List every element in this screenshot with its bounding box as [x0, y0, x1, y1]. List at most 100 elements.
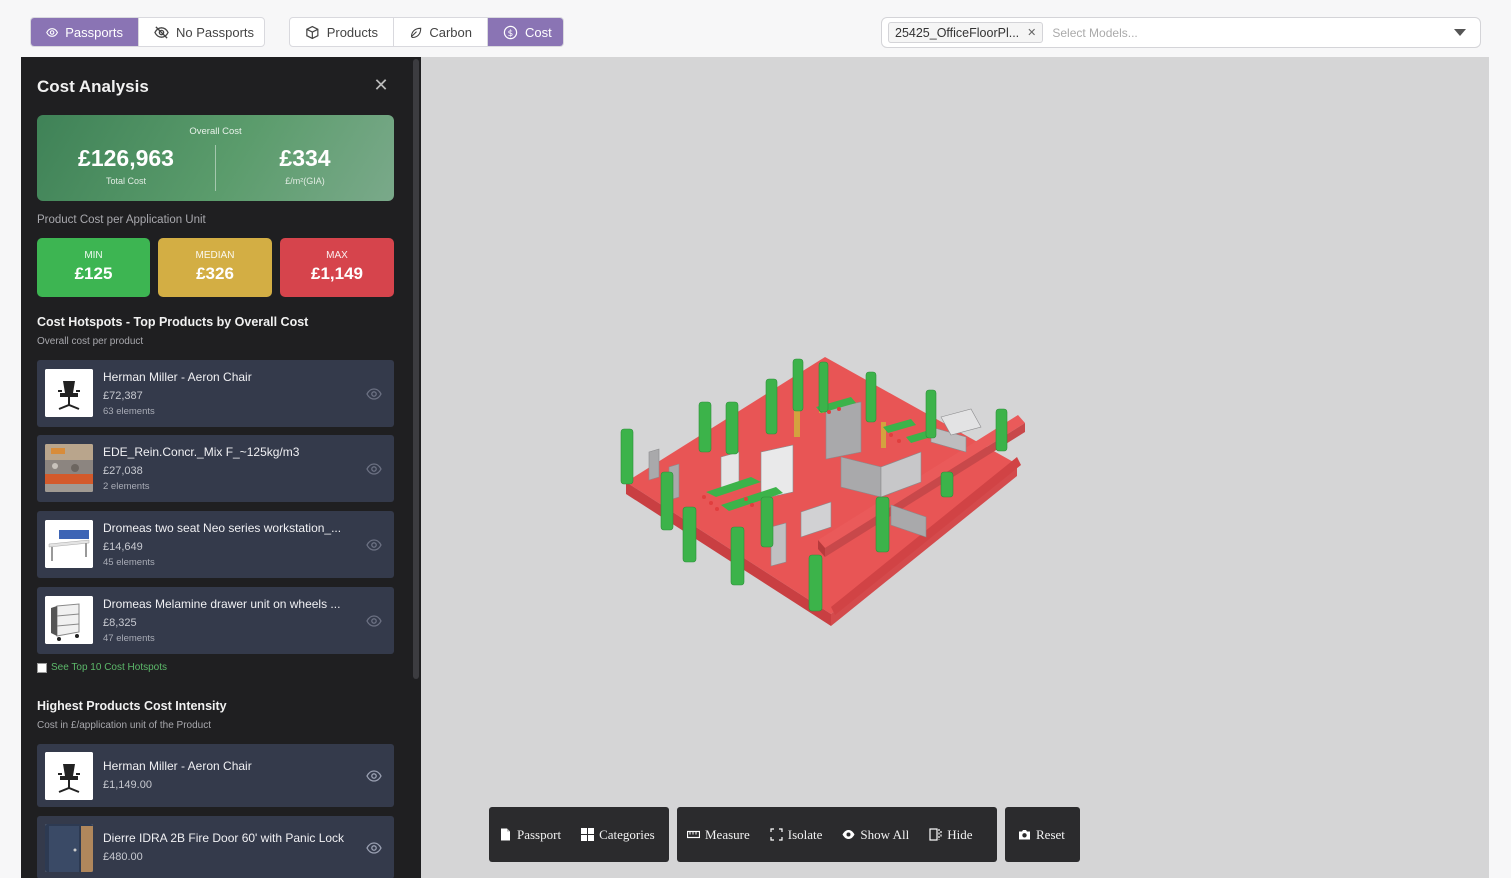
remove-model-icon[interactable]: ✕	[1027, 26, 1036, 39]
model-select-placeholder: Select Models...	[1052, 25, 1138, 40]
grid-icon	[581, 828, 595, 841]
passport-tool-button[interactable]: Passport	[489, 827, 571, 843]
panel-scrollbar[interactable]	[413, 59, 419, 679]
ruler-icon	[687, 830, 700, 839]
max-value: £1,149	[311, 264, 363, 283]
cost-analysis-panel: Cost Analysis ✕ Overall Cost £126,963 To…	[21, 57, 421, 878]
total-cost-label: Total Cost	[105, 176, 147, 186]
min-value: £125	[74, 264, 113, 283]
focus-icon	[770, 828, 783, 841]
selected-model-chip: 25425_OfficeFloorPl... ✕	[888, 22, 1044, 43]
selected-model-label: 25425_OfficeFloorPl...	[895, 25, 1020, 40]
max-stat: MAX £1,149	[280, 238, 394, 297]
element-count: 2 elements	[103, 481, 150, 492]
product-name: Herman Miller - Aeron Chair	[103, 370, 252, 384]
product-thumbnail	[45, 752, 93, 800]
intensity-subtitle: Cost in £/application unit of the Produc…	[37, 720, 211, 731]
eye-icon[interactable]	[366, 613, 382, 629]
hotspot-card[interactable]: Dromeas two seat Neo series workstation_…	[37, 511, 394, 578]
categories-tool-label: Categories	[599, 826, 655, 842]
hotspot-card[interactable]: EDE_Rein.Concr._Mix F_~125kg/m3 £27,038 …	[37, 435, 394, 502]
gia-cost-block: £334 £/m²(GIA)	[216, 145, 394, 186]
passports-button[interactable]: Passports	[31, 18, 139, 46]
min-stat: MIN £125	[37, 238, 150, 297]
eye-icon[interactable]	[366, 840, 382, 856]
unit-cost-subtitle: Product Cost per Application Unit	[37, 214, 206, 226]
tab-cost[interactable]: $ Cost	[488, 18, 563, 46]
viewer-toolbar-group-1: Passport Categories	[489, 807, 669, 862]
product-thumbnail	[45, 369, 93, 417]
total-cost-value: £126,963	[78, 145, 174, 171]
reset-tool-button[interactable]: Reset	[1005, 827, 1075, 843]
eye-icon[interactable]	[366, 768, 382, 784]
leaf-icon	[410, 27, 422, 38]
median-stat: MEDIAN £326	[158, 238, 272, 297]
product-cost: £27,038	[103, 465, 143, 477]
hotspots-subtitle: Overall cost per product	[37, 336, 144, 347]
eye-icon[interactable]	[366, 386, 382, 402]
product-name: EDE_Rein.Concr._Mix F_~125kg/m3	[103, 445, 300, 459]
mode-toggle: Products Carbon $ Cost	[289, 17, 564, 47]
hotspot-card[interactable]: Dromeas Melamine drawer unit on wheels .…	[37, 587, 394, 654]
eye-icon	[842, 830, 855, 839]
max-label: MAX	[326, 250, 348, 261]
product-name: Dromeas Melamine drawer unit on wheels .…	[103, 597, 341, 611]
see-top-10-toggle[interactable]: See Top 10 Cost Hotspots	[37, 662, 167, 673]
eye-off-icon	[154, 25, 169, 39]
element-count: 47 elements	[103, 633, 155, 644]
product-thumbnail	[45, 824, 93, 872]
panel-title: Cost Analysis	[37, 77, 149, 96]
office-floor-model[interactable]	[421, 57, 1489, 878]
tab-carbon[interactable]: Carbon	[394, 18, 488, 46]
hide-tool-button[interactable]: Hide	[919, 827, 982, 843]
median-label: MEDIAN	[195, 250, 235, 261]
passports-label: Passports	[65, 24, 123, 40]
file-icon	[501, 828, 510, 841]
show-all-tool-label: Show All	[860, 826, 910, 842]
eye-icon[interactable]	[366, 461, 382, 477]
eye-icon[interactable]	[366, 537, 382, 553]
product-name: Dromeas two seat Neo series workstation_…	[103, 521, 342, 535]
total-cost-block: £126,963 Total Cost	[37, 145, 215, 186]
product-cost: £14,649	[103, 541, 143, 553]
gia-cost-label: £/m²(GIA)	[285, 176, 325, 186]
product-cost: £480.00	[103, 851, 143, 863]
hide-icon	[929, 828, 942, 841]
chevron-down-icon[interactable]	[1454, 29, 1466, 36]
see-top-10-label: See Top 10 Cost Hotspots	[51, 662, 167, 673]
show-all-tool-button[interactable]: Show All	[832, 827, 919, 843]
box-icon	[306, 25, 319, 39]
eye-icon	[46, 27, 59, 37]
no-passports-button[interactable]: No Passports	[139, 18, 264, 46]
product-name: Dierre IDRA 2B Fire Door 60' with Panic …	[103, 831, 345, 845]
tab-products[interactable]: Products	[290, 18, 394, 46]
intensity-heading: Highest Products Cost Intensity	[37, 699, 227, 713]
overall-cost-card: Overall Cost £126,963 Total Cost £334 £/…	[37, 115, 394, 201]
camera-icon	[1019, 830, 1030, 840]
hotspots-heading: Cost Hotspots - Top Products by Overall …	[37, 315, 309, 329]
product-cost: £72,387	[103, 390, 143, 402]
model-viewport[interactable]: Passport Categories Measure Isolate Show…	[421, 57, 1489, 878]
isolate-tool-label: Isolate	[787, 826, 823, 842]
see-top-10-checkbox[interactable]	[37, 662, 47, 673]
close-icon[interactable]: ✕	[373, 76, 389, 94]
viewer-toolbar-group-2: Measure Isolate Show All Hide	[677, 807, 997, 862]
measure-tool-button[interactable]: Measure	[677, 827, 760, 843]
element-count: 63 elements	[103, 406, 155, 417]
tab-carbon-label: Carbon	[429, 24, 472, 40]
product-thumbnail	[45, 596, 93, 644]
hotspot-card[interactable]: Herman Miller - Aeron Chair £72,387 63 e…	[37, 360, 394, 427]
gia-cost-value: £334	[279, 145, 331, 171]
hide-tool-label: Hide	[947, 826, 973, 842]
intensity-card[interactable]: Dierre IDRA 2B Fire Door 60' with Panic …	[37, 816, 394, 878]
svg-text:$: $	[508, 28, 514, 38]
element-count: 45 elements	[103, 557, 155, 568]
product-thumbnail	[45, 520, 93, 568]
categories-tool-button[interactable]: Categories	[571, 827, 665, 843]
reset-tool-label: Reset	[1036, 826, 1065, 842]
min-label: MIN	[84, 250, 103, 261]
isolate-tool-button[interactable]: Isolate	[760, 827, 833, 843]
model-select[interactable]: 25425_OfficeFloorPl... ✕ Select Models..…	[881, 17, 1481, 48]
intensity-card[interactable]: Herman Miller - Aeron Chair £1,149.00	[37, 744, 394, 807]
no-passports-label: No Passports	[176, 24, 255, 40]
